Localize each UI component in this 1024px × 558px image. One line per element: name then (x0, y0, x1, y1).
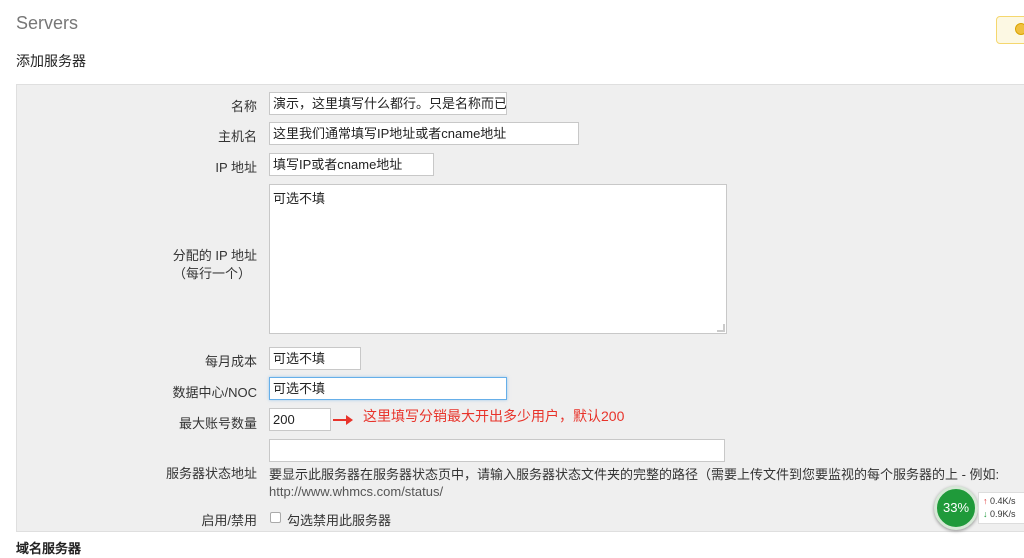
upload-arrow-icon: ↑ (983, 496, 988, 506)
row-disable: 启用/禁用 勾选禁用此服务器 (17, 505, 1024, 531)
assigned-ips-value: 可选不填 (273, 191, 326, 206)
add-server-form: 名称 演示，这里填写什么都行。只是名称而已 主机名 这里我们通常填写IP地址或者… (16, 84, 1024, 532)
datacenter-input[interactable]: 可选不填 (269, 377, 507, 400)
hostname-input[interactable]: 这里我们通常填写IP地址或者cname地址 (269, 122, 579, 145)
ip-input[interactable]: 填写IP或者cname地址 (269, 153, 434, 176)
assigned-ips-label-line2: （每行一个） (172, 266, 251, 281)
speed-percent-badge: 33% (934, 486, 978, 530)
name-input[interactable]: 演示，这里填写什么都行。只是名称而已 (269, 92, 507, 115)
nameservers-section-title: 域名服务器 (16, 541, 82, 556)
network-speed-widget[interactable]: 33% ↑ 0.4K/s ↓ 0.9K/s (934, 486, 1024, 530)
monthly-cost-label: 每月成本 (204, 354, 257, 369)
speed-stats: ↑ 0.4K/s ↓ 0.9K/s (978, 492, 1024, 524)
lightbulb-icon (1015, 23, 1024, 35)
status-address-help-url: http://www.whmcs.com/status/ (269, 484, 444, 499)
ip-label: IP 地址 (215, 160, 257, 175)
section-title: 添加服务器 (16, 53, 86, 69)
row-max-accounts: 最大账号数量 200 这里填写分销最大开出多少用户，默认200 (17, 405, 1024, 435)
name-label: 名称 (230, 99, 257, 114)
hostname-label: 主机名 (217, 129, 257, 144)
status-address-label: 服务器状态地址 (165, 466, 257, 481)
download-arrow-icon: ↓ (983, 509, 988, 519)
row-name: 名称 演示，这里填写什么都行。只是名称而已 (17, 89, 1024, 119)
max-accounts-label: 最大账号数量 (178, 416, 257, 431)
download-row: ↓ 0.9K/s (983, 508, 1024, 521)
page-title: Servers (16, 13, 79, 33)
row-ip: IP 地址 填写IP或者cname地址 (17, 149, 1024, 179)
row-datacenter: 数据中心/NOC 可选不填 (17, 373, 1024, 403)
status-address-help: 要显示此服务器在服务器状态页中，请输入服务器状态文件夹的完整的路径（需要上传文件… (269, 467, 1000, 482)
max-accounts-input[interactable]: 200 (269, 408, 331, 431)
download-speed: 0.9K/s (990, 509, 1016, 519)
upload-speed: 0.4K/s (990, 496, 1016, 506)
assigned-ips-label-line1: 分配的 IP 地址 (172, 248, 257, 263)
row-hostname: 主机名 这里我们通常填写IP地址或者cname地址 (17, 119, 1024, 149)
row-monthly-cost: 每月成本 可选不填 (17, 343, 1024, 373)
resize-grip-icon[interactable] (717, 324, 725, 332)
row-status-address: 服务器状态地址 要显示此服务器在服务器状态页中，请输入服务器状态文件夹的完整的路… (17, 437, 1024, 503)
status-address-input[interactable] (269, 439, 725, 462)
help-button[interactable] (996, 16, 1024, 44)
upload-row: ↑ 0.4K/s (983, 495, 1024, 508)
row-assigned-ips: 分配的 IP 地址 （每行一个） 可选不填 (17, 181, 1024, 341)
annotation-arrow (333, 415, 353, 425)
disable-checkbox[interactable] (270, 512, 281, 523)
disable-label: 启用/禁用 (201, 513, 257, 528)
max-accounts-annotation: 这里填写分销最大开出多少用户，默认200 (363, 408, 625, 424)
disable-checkbox-label[interactable]: 勾选禁用此服务器 (287, 510, 391, 529)
assigned-ips-textarea[interactable]: 可选不填 (269, 184, 727, 334)
monthly-cost-input[interactable]: 可选不填 (269, 347, 361, 370)
datacenter-label: 数据中心/NOC (172, 385, 257, 400)
